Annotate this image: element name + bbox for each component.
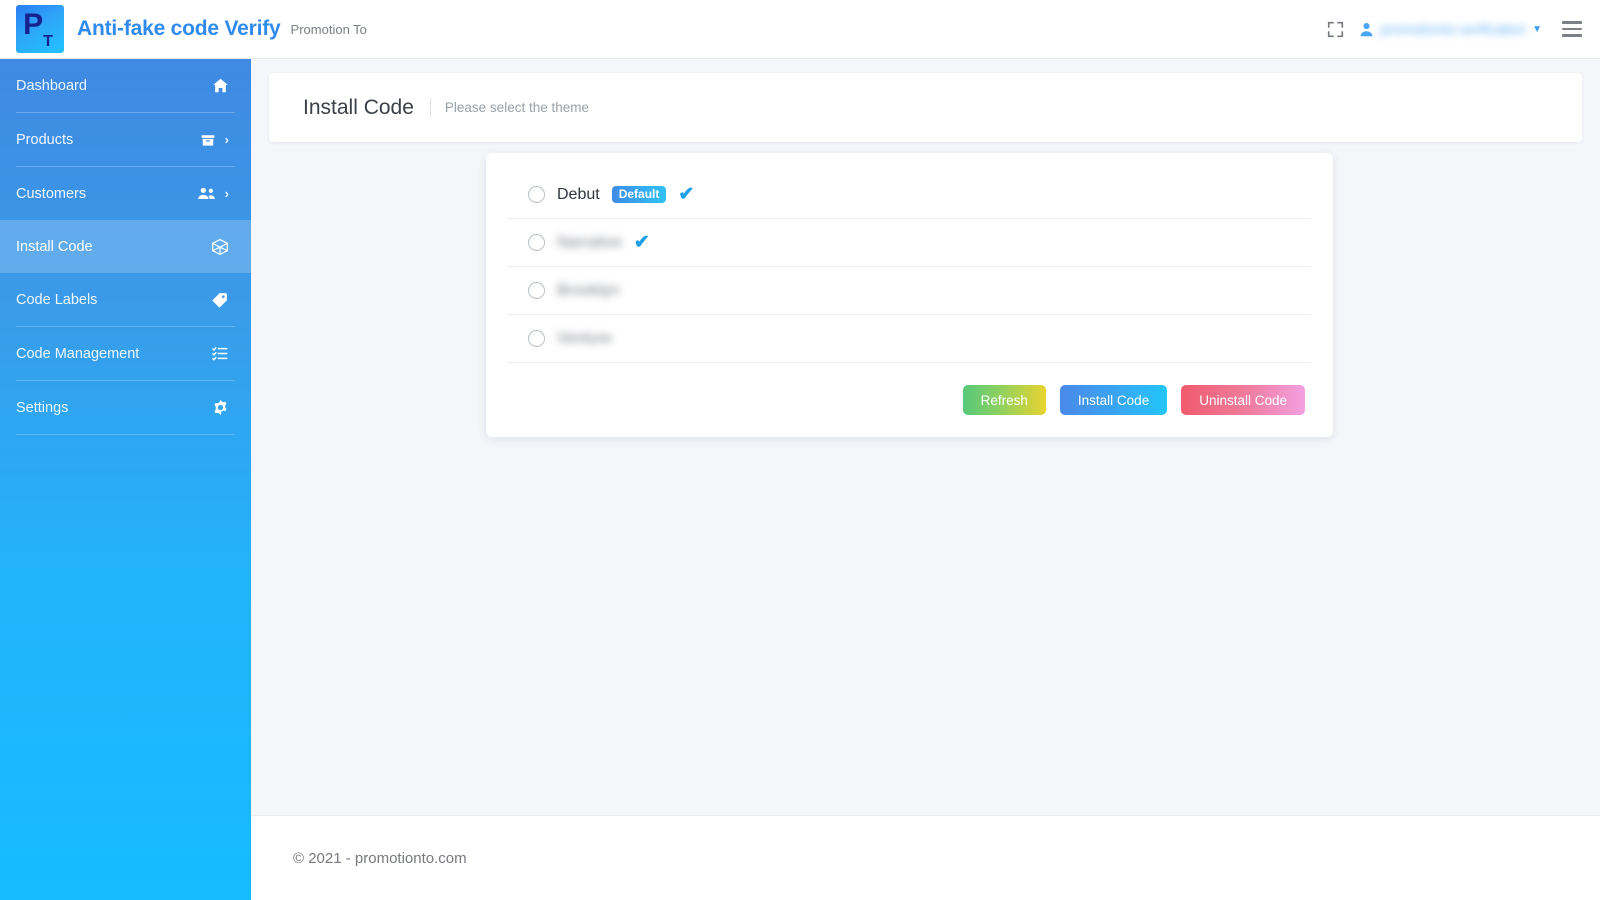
sidebar-item-label: Code Management — [16, 345, 140, 362]
check-icon: ✔ — [678, 184, 695, 205]
title-divider — [429, 98, 431, 117]
sidebar-item-label: Dashboard — [16, 77, 87, 94]
sidebar-item-dashboard[interactable]: Dashboard — [0, 59, 251, 112]
main-content: Install Code Please select the theme Deb… — [251, 59, 1600, 900]
header-actions: promotionto-verification ▼ — [1327, 21, 1600, 38]
page-subtitle: Please select the theme — [444, 100, 589, 115]
theme-name: Narrative — [557, 233, 622, 251]
app-logo-icon: PT — [16, 5, 64, 53]
tag-icon — [211, 291, 229, 309]
logo-sub-letter: T — [43, 32, 53, 50]
sidebar-item-install-code[interactable]: Install Code — [0, 220, 251, 273]
sidebar-item-label: Products — [16, 131, 74, 148]
check-icon: ✔ — [633, 232, 650, 253]
theme-name: Brooklyn — [557, 281, 620, 299]
logo-letter: P — [23, 7, 44, 41]
install-code-button[interactable]: Install Code — [1059, 385, 1168, 415]
uninstall-code-button[interactable]: Uninstall Code — [1181, 385, 1305, 415]
chevron-right-icon: › — [224, 132, 229, 147]
cube-icon — [211, 238, 229, 256]
fullscreen-icon[interactable] — [1327, 21, 1344, 38]
list-icon — [211, 345, 229, 362]
top-header: PT Anti-fake code Verify Promotion To pr… — [0, 0, 1600, 59]
brand: PT Anti-fake code Verify Promotion To — [0, 5, 367, 53]
sidebar-divider — [16, 434, 235, 435]
page-header-card: Install Code Please select the theme — [269, 73, 1582, 142]
sidebar-item-code-labels[interactable]: Code Labels — [0, 273, 251, 326]
chevron-right-icon: › — [224, 186, 229, 201]
action-buttons: Refresh Install Code Uninstall Code — [508, 385, 1311, 415]
sidebar-item-settings[interactable]: Settings — [0, 381, 251, 434]
sidebar-item-code-management[interactable]: Code Management — [0, 327, 251, 380]
user-menu[interactable]: promotionto-verification ▼ — [1358, 21, 1542, 38]
hamburger-icon[interactable] — [1562, 21, 1582, 37]
theme-name: Debut — [557, 185, 600, 203]
theme-row[interactable]: Venture — [508, 315, 1311, 363]
home-icon — [212, 77, 229, 94]
status-badge: Default — [611, 186, 667, 203]
theme-radio[interactable] — [528, 330, 545, 347]
user-icon — [1358, 21, 1375, 38]
theme-selection-card: Debut Default ✔ Narrative ✔ Brooklyn Ven… — [486, 153, 1333, 437]
theme-radio[interactable] — [528, 186, 545, 203]
theme-name: Venture — [557, 329, 613, 347]
sidebar: Dashboard Products › Customers › Install… — [0, 59, 251, 900]
box-icon — [200, 132, 216, 148]
theme-radio[interactable] — [528, 234, 545, 251]
theme-row[interactable]: Brooklyn — [508, 267, 1311, 315]
brand-title: Anti-fake code Verify — [77, 17, 281, 40]
chevron-down-icon: ▼ — [1532, 23, 1542, 35]
users-icon — [197, 185, 216, 202]
sidebar-item-label: Customers — [16, 185, 87, 202]
refresh-button[interactable]: Refresh — [962, 385, 1046, 415]
user-name: promotionto-verification — [1380, 21, 1527, 37]
sidebar-item-label: Install Code — [16, 238, 93, 255]
page-title: Install Code — [303, 95, 414, 119]
logo-glyph: PT — [23, 7, 53, 49]
sidebar-item-products[interactable]: Products › — [0, 113, 251, 166]
sidebar-item-label: Settings — [16, 399, 69, 416]
sidebar-item-customers[interactable]: Customers › — [0, 167, 251, 220]
sidebar-item-label: Code Labels — [16, 291, 98, 308]
copyright-text: © 2021 - promotionto.com — [293, 849, 467, 867]
theme-radio[interactable] — [528, 282, 545, 299]
page-footer: © 2021 - promotionto.com — [251, 815, 1600, 900]
theme-row[interactable]: Narrative ✔ — [508, 219, 1311, 267]
brand-subtitle: Promotion To — [290, 21, 367, 37]
gear-icon — [212, 399, 229, 416]
theme-row[interactable]: Debut Default ✔ — [508, 171, 1311, 219]
